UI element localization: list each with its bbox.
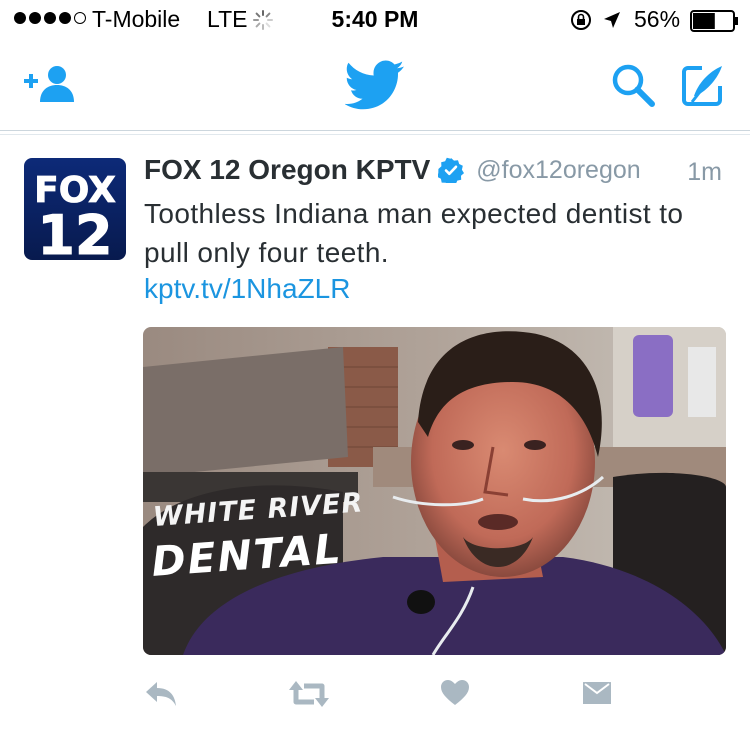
reply-icon[interactable]	[144, 678, 178, 710]
avatar-number-text: 12	[37, 204, 112, 260]
like-icon[interactable]	[440, 678, 470, 708]
tweet-header: FOX 12 Oregon KPTV @fox12oregon	[144, 154, 641, 186]
tweet-text: Toothless Indiana man expected dentist t…	[144, 198, 684, 268]
tweet-media-photo[interactable]	[143, 327, 726, 655]
author-avatar[interactable]: FOX 12	[24, 158, 126, 260]
compose-tweet-icon[interactable]	[680, 62, 726, 108]
top-nav-bar	[0, 40, 750, 131]
status-bar: T-Mobile LTE 5:40 PM 56%	[0, 0, 750, 40]
author-handle[interactable]: @fox12oregon	[476, 156, 640, 185]
battery-icon	[690, 10, 738, 32]
location-arrow-icon	[604, 12, 620, 28]
rotation-lock-icon	[571, 10, 591, 30]
add-user-icon[interactable]	[24, 64, 76, 104]
battery-percentage: 56%	[634, 6, 681, 32]
tweet-timestamp[interactable]: 1m	[687, 158, 722, 187]
twitter-bird-icon[interactable]	[345, 60, 405, 110]
tweet-link[interactable]: kptv.tv/1NhaZLR	[144, 273, 350, 305]
tweet-actions	[0, 678, 750, 718]
verified-badge-icon	[438, 157, 465, 183]
nav-divider	[0, 134, 750, 135]
search-icon[interactable]	[610, 62, 656, 108]
retweet-icon[interactable]	[288, 678, 330, 710]
tweet-card[interactable]: FOX 12 FOX 12 Oregon KPTV @fox12oregon 1…	[0, 136, 750, 750]
author-name[interactable]: FOX 12 Oregon KPTV	[144, 154, 430, 186]
direct-message-icon[interactable]	[582, 678, 612, 708]
